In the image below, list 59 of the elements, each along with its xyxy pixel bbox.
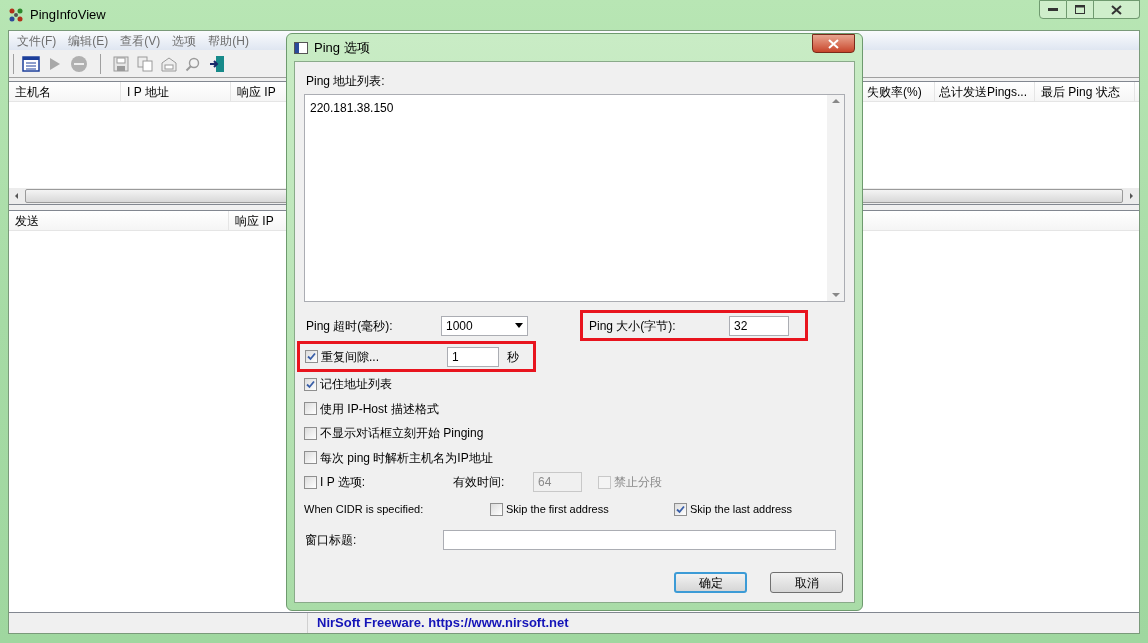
window-icon <box>294 41 308 54</box>
close-icon <box>1111 4 1122 15</box>
maximize-button[interactable] <box>1067 0 1094 19</box>
column-header[interactable]: 总计发送Pings... <box>935 82 1035 101</box>
menu-item[interactable]: 查看(V) <box>114 31 167 50</box>
maximize-icon <box>1075 5 1085 14</box>
dialog-button[interactable]: 取消 <box>770 572 843 593</box>
status-text: NirSoft Freeware. https://www.nirsoft.net <box>316 614 569 633</box>
column-header[interactable]: 主机名 <box>9 82 121 101</box>
checkbox-label[interactable]: Skip the last address <box>690 500 793 518</box>
exit-door-icon[interactable] <box>209 54 226 73</box>
dialog-button[interactable]: 确定 <box>674 572 747 593</box>
checkbox-label[interactable]: Skip the first address <box>506 500 609 518</box>
checkbox[interactable] <box>304 377 317 391</box>
checkbox-label[interactable]: 重复间隙... <box>321 347 447 366</box>
checkbox[interactable] <box>304 475 317 489</box>
field-label: Ping 超时(毫秒): <box>305 317 394 335</box>
checkbox-label[interactable]: 不显示对话框立刻开始 Pinging <box>320 424 484 443</box>
scroll-down-icon[interactable] <box>831 293 840 298</box>
interval-field[interactable]: 1 <box>447 346 499 367</box>
checkbox[interactable] <box>674 502 687 516</box>
checkbox[interactable] <box>305 350 318 363</box>
field-label: Ping 大小(字节): <box>588 317 677 335</box>
dropdown-arrow-icon <box>515 323 523 328</box>
minimize-icon <box>1048 7 1058 12</box>
checkbox[interactable] <box>304 426 317 440</box>
timeout-dropdown[interactable]: 1000 <box>441 315 528 336</box>
scroll-up-icon[interactable] <box>831 98 840 103</box>
column-header[interactable]: I P 地址 <box>121 82 231 101</box>
field-label: 有效时间: <box>453 474 506 491</box>
minimize-button[interactable] <box>1039 0 1067 19</box>
menu-item[interactable]: 选项 <box>166 31 203 50</box>
menu-item[interactable]: 文件(F) <box>11 31 63 50</box>
field-label: Ping 地址列表: <box>305 73 386 90</box>
checkbox[interactable] <box>490 502 503 516</box>
address-list-field[interactable]: 220.181.38.150 <box>304 94 845 302</box>
list-icon[interactable] <box>22 55 40 72</box>
column-header[interactable]: 发送 <box>9 211 229 230</box>
field-label: When CIDR is specified: <box>304 501 425 517</box>
dialog-title: Ping 选项 <box>314 38 370 57</box>
checkbox-label[interactable]: 每次 ping 时解析主机名为IP地址 <box>320 448 493 467</box>
unit-label: 秒 <box>507 348 519 366</box>
checkbox[interactable] <box>304 451 317 465</box>
window-title: PingInfoView <box>30 6 106 25</box>
size-field[interactable]: 32 <box>729 315 789 336</box>
column-header[interactable]: 最后 Ping 状态 <box>1035 82 1135 101</box>
close-button[interactable] <box>1094 0 1140 19</box>
window-title-field[interactable] <box>443 529 836 550</box>
close-icon <box>828 38 839 49</box>
checkbox[interactable] <box>304 402 317 416</box>
checkbox-label[interactable]: 使用 IP-Host 描述格式 <box>320 399 439 418</box>
field-label: 窗口标题: <box>304 531 358 549</box>
checkbox-label[interactable]: I P 选项: <box>320 473 453 491</box>
menu-item[interactable]: 帮助(H) <box>202 31 255 50</box>
menu-item[interactable]: 编辑(E) <box>62 31 115 50</box>
checkbox-label[interactable]: 记住地址列表 <box>320 375 392 394</box>
close-button[interactable] <box>812 34 855 53</box>
vertical-scrollbar[interactable] <box>827 95 844 301</box>
app-logo-icon <box>8 7 24 23</box>
